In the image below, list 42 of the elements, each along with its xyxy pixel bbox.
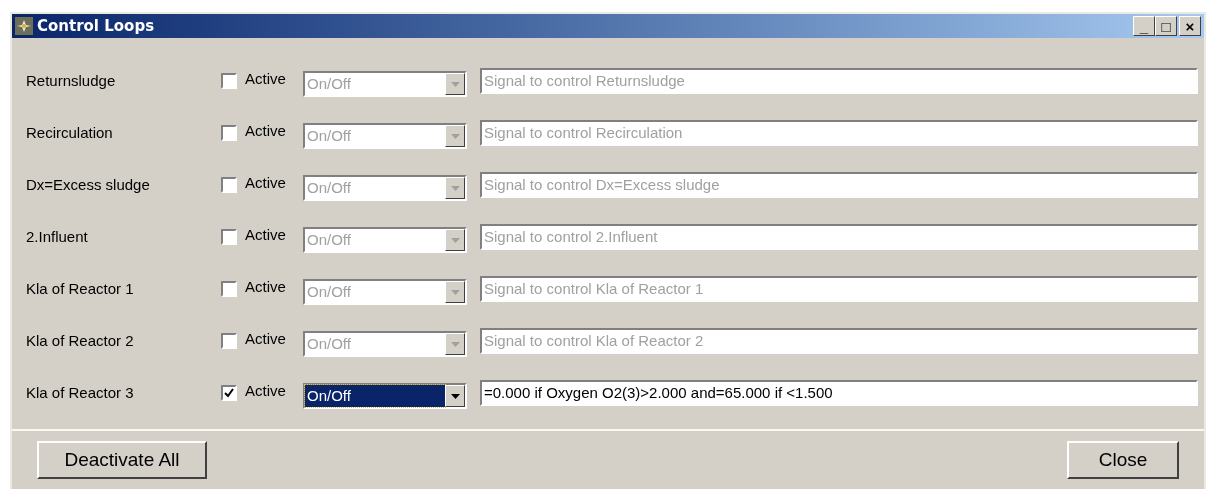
minimize-button[interactable]: _ — [1133, 16, 1155, 36]
loop-label: Kla of Reactor 2 — [26, 330, 135, 351]
deactivate-all-button[interactable]: Deactivate All — [37, 441, 207, 479]
mode-dropdown[interactable]: On/Off — [303, 71, 467, 97]
loop-label: Kla of Reactor 3 — [26, 382, 135, 403]
loop-label: Recirculation — [26, 122, 114, 143]
close-button[interactable]: × — [1179, 16, 1201, 36]
active-label: Active — [245, 69, 287, 89]
loop-label: Returnsludge — [26, 70, 117, 91]
window-title: Control Loops — [37, 15, 155, 37]
mode-dropdown[interactable]: On/Off — [303, 383, 467, 409]
active-checkbox[interactable] — [221, 333, 237, 349]
active-label: Active — [245, 277, 287, 297]
active-label: Active — [245, 173, 287, 193]
mode-dropdown[interactable]: On/Off — [303, 331, 467, 357]
active-checkbox[interactable] — [221, 73, 237, 89]
signal-field[interactable]: Signal to control Kla of Reactor 1 — [480, 276, 1198, 302]
active-label: Active — [245, 329, 287, 349]
close-button[interactable]: Close — [1067, 441, 1179, 479]
signal-field[interactable]: Signal to control 2.Influent — [480, 224, 1198, 250]
loop-label: 2.Influent — [26, 226, 89, 247]
active-checkbox[interactable] — [221, 125, 237, 141]
loop-label: Dx=Excess sludge — [26, 174, 151, 195]
signal-field[interactable]: =0.000 if Oxygen O2(3)>2.000 and=65.000 if <1.500 — [480, 380, 1198, 406]
active-checkbox[interactable] — [221, 229, 237, 245]
mode-dropdown[interactable]: On/Off — [303, 227, 467, 253]
mode-dropdown[interactable]: On/Off — [303, 123, 467, 149]
app-icon — [15, 17, 33, 35]
mode-dropdown[interactable]: On/Off — [303, 175, 467, 201]
mode-dropdown[interactable]: On/Off — [303, 279, 467, 305]
signal-field[interactable]: Signal to control Dx=Excess sludge — [480, 172, 1198, 198]
active-checkbox[interactable] — [221, 281, 237, 297]
active-checkbox[interactable] — [221, 385, 237, 401]
signal-field[interactable]: Signal to control Returnsludge — [480, 68, 1198, 94]
signal-field[interactable]: Signal to control Kla of Reactor 2 — [480, 328, 1198, 354]
maximize-button[interactable]: □ — [1155, 16, 1177, 36]
active-label: Active — [245, 381, 287, 401]
active-label: Active — [245, 121, 287, 141]
loop-label: Kla of Reactor 1 — [26, 278, 135, 299]
signal-field[interactable]: Signal to control Recirculation — [480, 120, 1198, 146]
active-label: Active — [245, 225, 287, 245]
active-checkbox[interactable] — [221, 177, 237, 193]
